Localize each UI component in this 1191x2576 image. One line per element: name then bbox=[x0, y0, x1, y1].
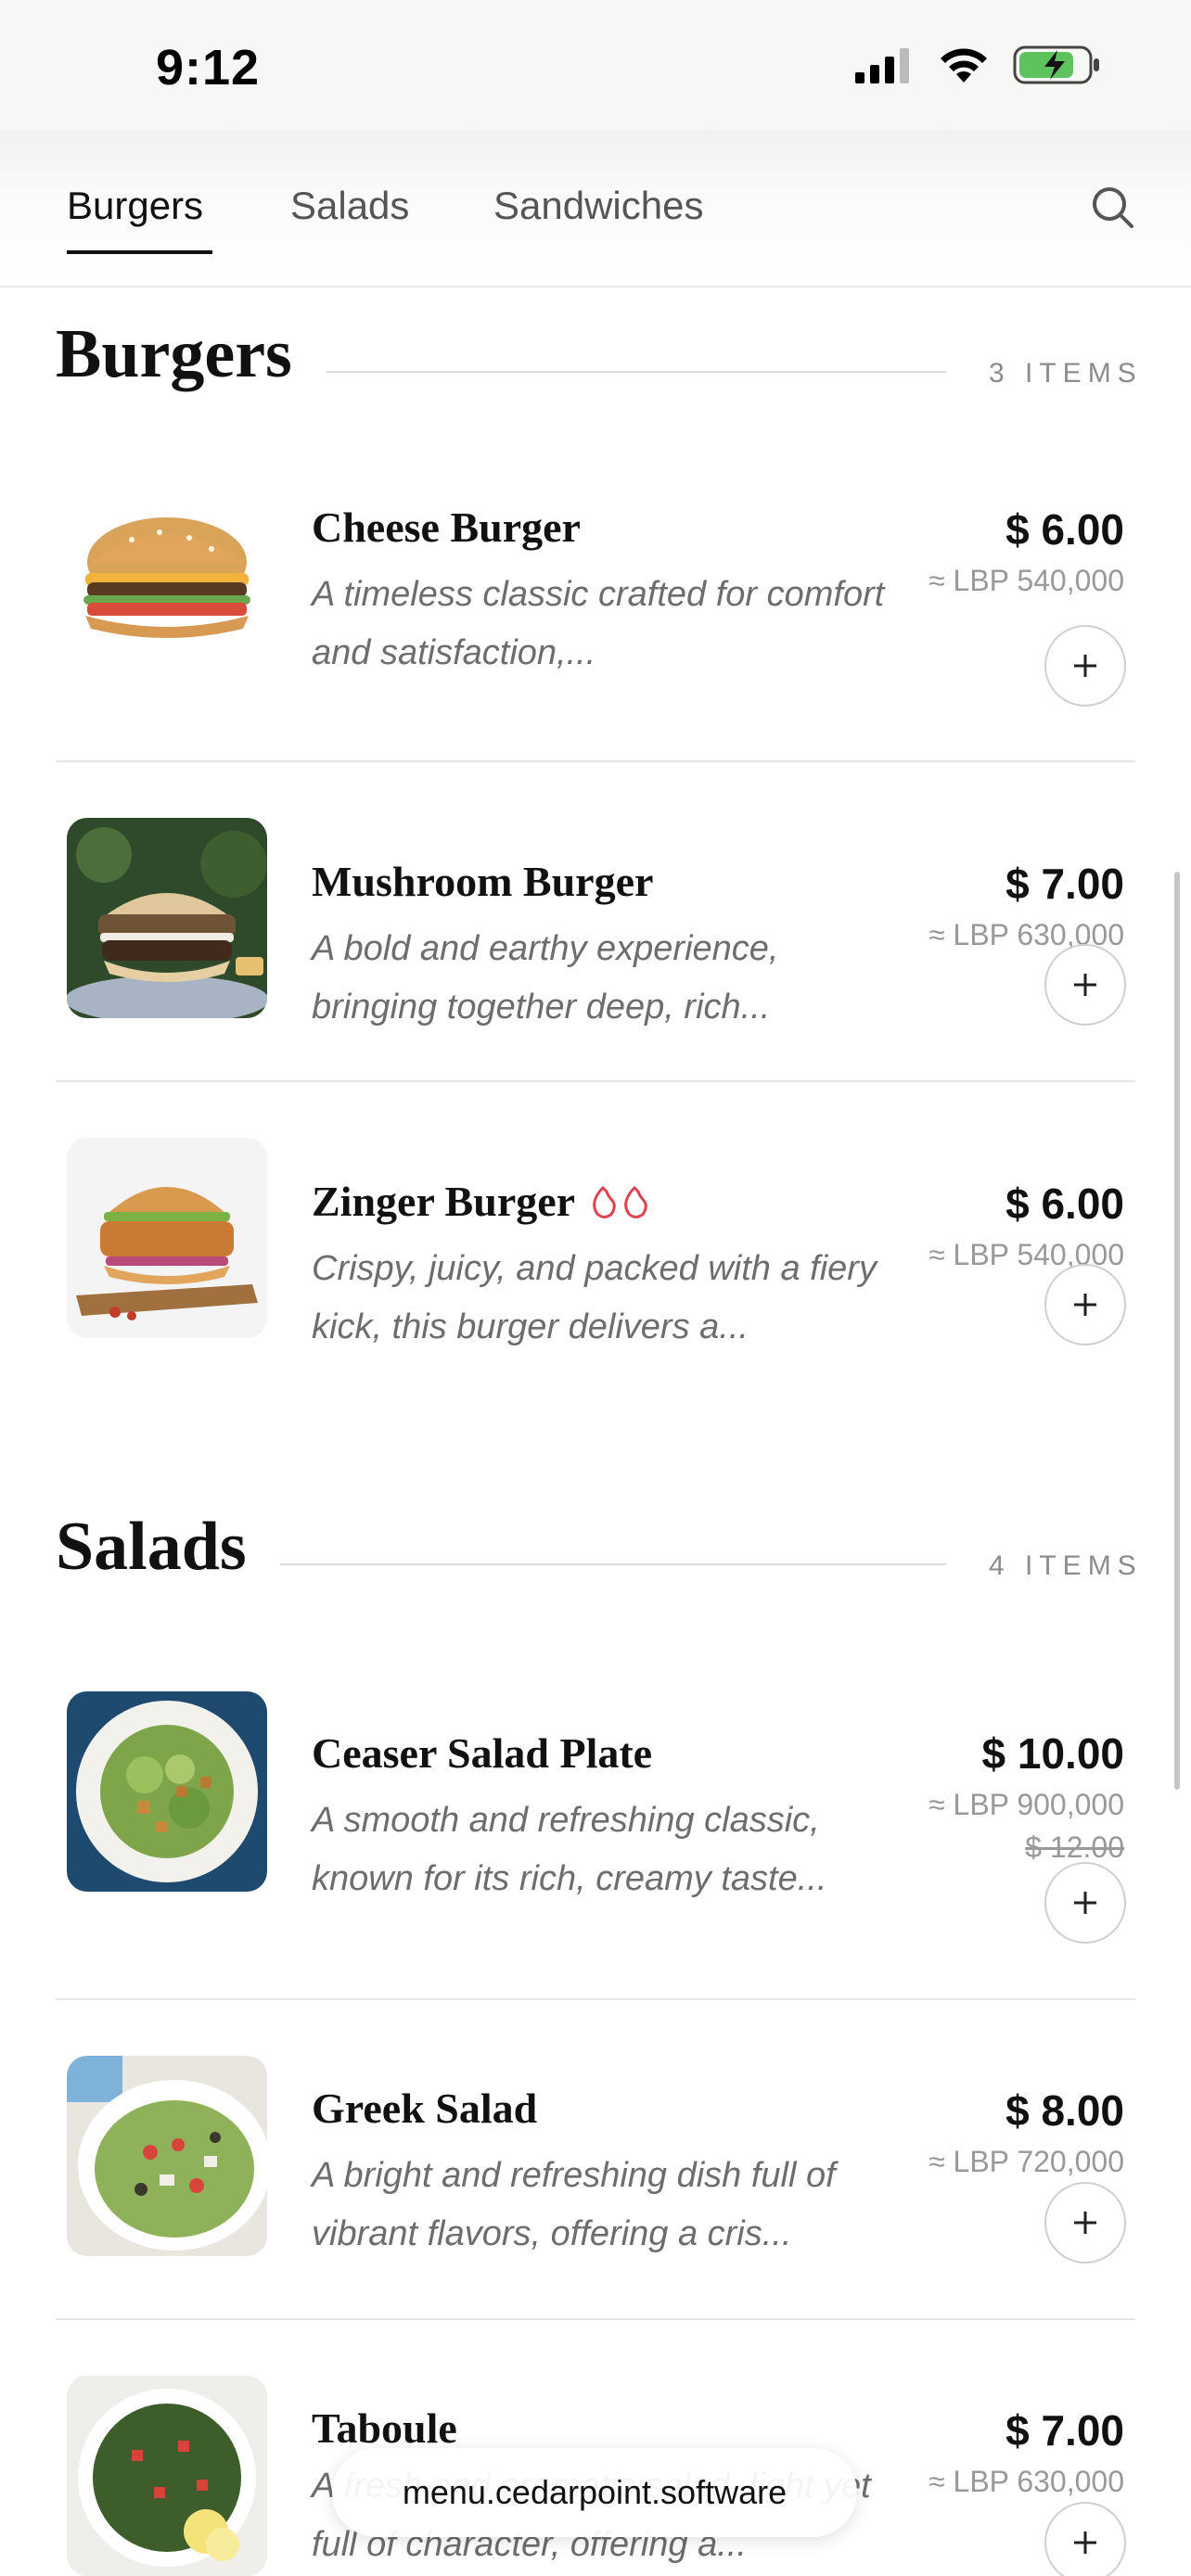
tab-sandwiches[interactable]: Sandwiches bbox=[493, 184, 703, 228]
category-nav: Burgers Salads Sandwiches bbox=[0, 130, 1191, 287]
item-price-lbp: ≈ LBP 900,000 bbox=[928, 1788, 1124, 1821]
item-name: Zinger Burger bbox=[312, 1178, 576, 1225]
taboule-image bbox=[67, 2376, 267, 2576]
item-price: $ 7.00 bbox=[1005, 860, 1124, 908]
add-to-cart-button[interactable] bbox=[1044, 1264, 1126, 1345]
item-description: A smooth and refreshing classic, known f… bbox=[312, 1801, 827, 1898]
item-price-lbp: ≈ LBP 630,000 bbox=[928, 2465, 1124, 2498]
item-price: $ 8.00 bbox=[1005, 2086, 1124, 2135]
page: 9:12 Burgers Salads Sandwiches Burgers 3… bbox=[0, 0, 1191, 2576]
status-time: 9:12 bbox=[156, 40, 261, 96]
item-name: Mushroom Burger bbox=[312, 858, 654, 905]
greek-salad-image bbox=[67, 2056, 267, 2256]
battery-charging-icon bbox=[1013, 45, 1099, 84]
plus-icon bbox=[1074, 1892, 1096, 1914]
tab-burgers[interactable]: Burgers bbox=[67, 184, 203, 228]
cellular-signal-icon bbox=[855, 48, 909, 83]
item-description: A timeless classic crafted for comfort a… bbox=[312, 575, 885, 672]
section-divider bbox=[280, 1563, 946, 1565]
plus-icon bbox=[1074, 2212, 1096, 2234]
plus-icon bbox=[1074, 655, 1096, 677]
item-price-lbp: ≈ LBP 720,000 bbox=[928, 2145, 1124, 2178]
item-name: Ceaser Salad Plate bbox=[312, 1729, 653, 1777]
wifi-icon bbox=[941, 48, 987, 83]
add-to-cart-button[interactable] bbox=[1044, 625, 1126, 707]
item-name: Cheese Burger bbox=[312, 504, 581, 551]
item-name: Greek Salad bbox=[312, 2085, 538, 2132]
section-count-salads: 4 ITEMS bbox=[989, 1550, 1143, 1581]
caesar-salad-image bbox=[67, 1691, 267, 1892]
item-divider bbox=[56, 1998, 1135, 2000]
url-bar[interactable]: menu.cedarpoint.software bbox=[332, 2448, 857, 2537]
url-text: menu.cedarpoint.software bbox=[402, 2473, 788, 2511]
item-price-lbp: ≈ LBP 540,000 bbox=[928, 564, 1124, 597]
item-price: $ 6.00 bbox=[1005, 1180, 1124, 1228]
plus-icon bbox=[1074, 2531, 1096, 2554]
item-description: A bold and earthy experience, bringing t… bbox=[312, 929, 779, 1027]
item-price: $ 6.00 bbox=[1005, 505, 1124, 554]
item-name: Taboule bbox=[312, 2404, 457, 2452]
item-description: Crispy, juicy, and packed with a fiery k… bbox=[312, 1249, 877, 1346]
tab-salads[interactable]: Salads bbox=[290, 184, 409, 228]
status-bar: 9:12 bbox=[0, 0, 1191, 130]
item-original-price: $ 12.00 bbox=[1025, 1830, 1124, 1864]
status-icons bbox=[855, 45, 1102, 85]
search-icon[interactable] bbox=[1087, 182, 1139, 234]
item-description: A bright and refreshing dish full of vib… bbox=[312, 2156, 836, 2253]
section-title-salads: Salads bbox=[56, 1509, 247, 1585]
item-divider bbox=[56, 1080, 1135, 1082]
cheese-burger-image bbox=[67, 464, 267, 664]
add-to-cart-button[interactable] bbox=[1044, 1862, 1126, 1944]
spicy-chili-icon bbox=[593, 1185, 647, 1218]
section-divider bbox=[327, 371, 946, 373]
add-to-cart-button[interactable] bbox=[1044, 2502, 1126, 2576]
item-divider bbox=[56, 2318, 1135, 2320]
section-count-burgers: 3 ITEMS bbox=[989, 358, 1143, 389]
item-price: $ 10.00 bbox=[981, 1729, 1124, 1778]
item-divider bbox=[56, 760, 1135, 762]
add-to-cart-button[interactable] bbox=[1044, 2182, 1126, 2264]
scroll-indicator[interactable] bbox=[1174, 872, 1180, 1790]
add-to-cart-button[interactable] bbox=[1044, 944, 1126, 1026]
plus-icon bbox=[1074, 1294, 1096, 1316]
zinger-burger-image bbox=[67, 1138, 267, 1338]
plus-icon bbox=[1074, 974, 1096, 996]
item-price: $ 7.00 bbox=[1005, 2406, 1124, 2455]
active-tab-indicator bbox=[67, 250, 212, 254]
section-title-burgers: Burgers bbox=[56, 316, 292, 392]
mushroom-burger-image bbox=[67, 818, 267, 1018]
